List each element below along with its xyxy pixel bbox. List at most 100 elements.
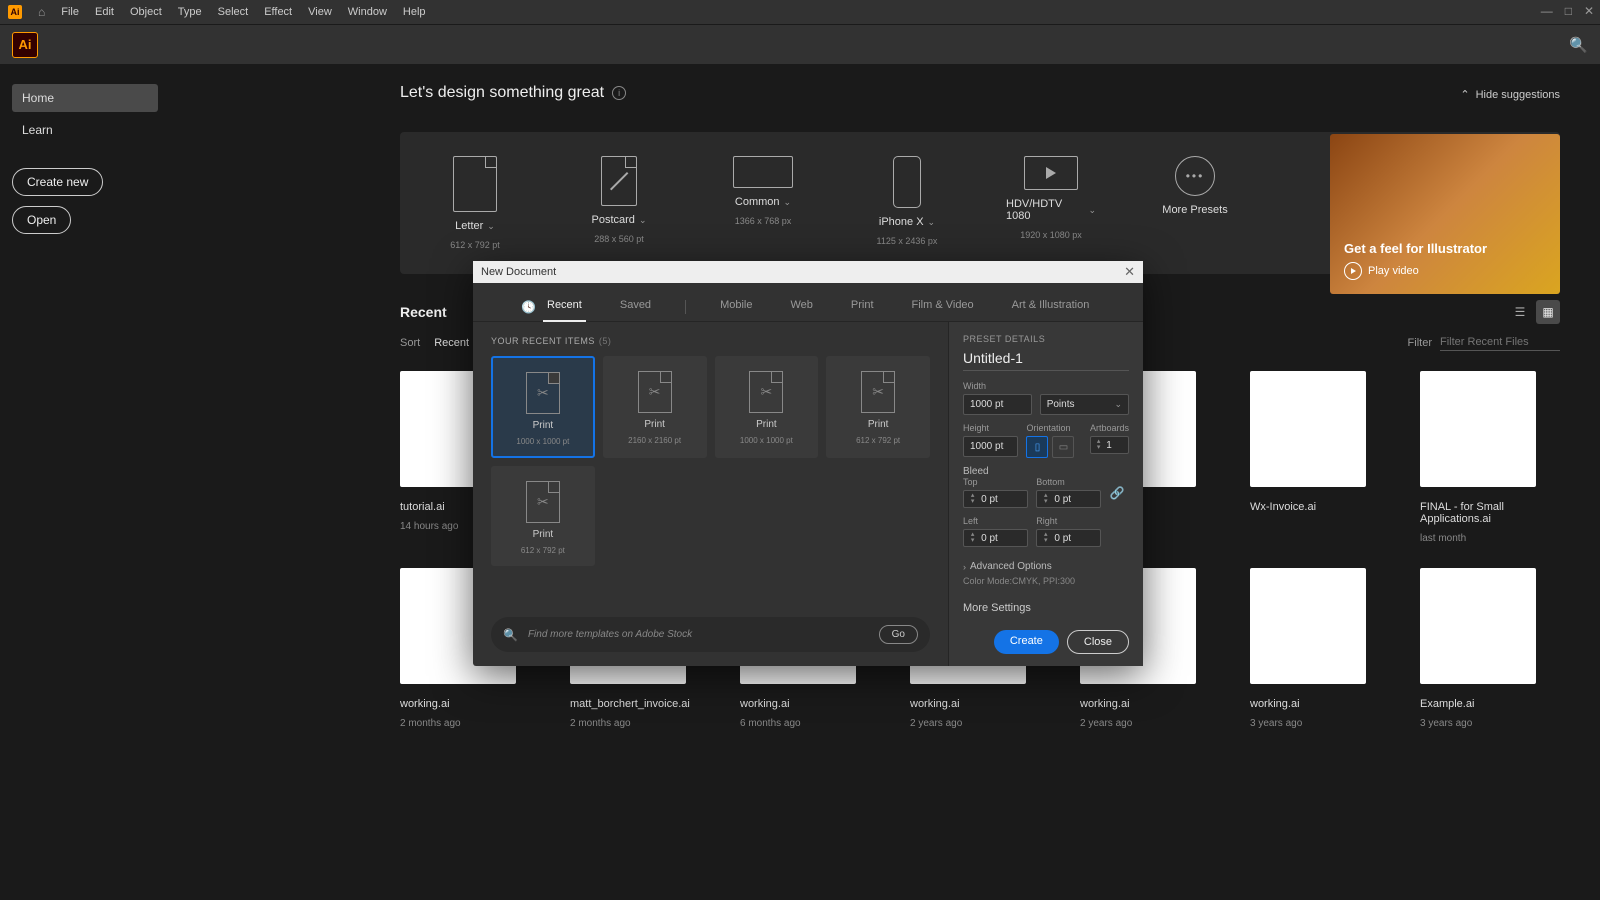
- link-icon[interactable]: 🔗: [1109, 486, 1129, 500]
- maximize-icon[interactable]: □: [1565, 4, 1572, 18]
- preset-iphone[interactable]: iPhone X⌄ 1125 x 2436 px: [862, 156, 952, 246]
- height-label: Height: [963, 423, 1018, 433]
- sidebar-learn[interactable]: Learn: [12, 116, 158, 144]
- bleed-left-input[interactable]: ▴▾: [963, 529, 1028, 547]
- create-new-button[interactable]: Create new: [12, 168, 103, 196]
- orientation-landscape[interactable]: ▭: [1052, 436, 1074, 458]
- bleed-right-input[interactable]: ▴▾: [1036, 529, 1101, 547]
- menu-select[interactable]: Select: [218, 6, 249, 18]
- bleed-bottom-input[interactable]: ▴▾: [1036, 490, 1101, 508]
- video-icon: [1024, 156, 1078, 190]
- recent-preset-item[interactable]: ✂ Print 1000 x 1000 pt: [491, 356, 595, 458]
- feature-card[interactable]: Get a feel for Illustrator Play video: [1330, 134, 1560, 294]
- open-button[interactable]: Open: [12, 206, 71, 234]
- hide-suggestions[interactable]: ⌃ Hide suggestions: [1460, 88, 1560, 101]
- file-thumbnail: [1420, 568, 1536, 684]
- search-icon[interactable]: 🔍: [1569, 36, 1588, 54]
- preset-postcard[interactable]: Postcard⌄ 288 x 560 pt: [574, 156, 664, 244]
- orientation-portrait[interactable]: ▯: [1026, 436, 1048, 458]
- tab-recent[interactable]: Recent: [543, 293, 586, 321]
- preset-doc-icon: ✂: [749, 371, 783, 413]
- advanced-options[interactable]: ›Advanced Options: [963, 561, 1129, 572]
- bleed-label: Bleed: [963, 466, 1129, 477]
- file-name: working.ai: [1250, 698, 1390, 710]
- sidebar-home[interactable]: Home: [12, 84, 158, 112]
- tab-art[interactable]: Art & Illustration: [1008, 293, 1094, 321]
- artboards-input[interactable]: ▴▾: [1090, 436, 1129, 454]
- clock-icon: 🕓: [521, 300, 536, 314]
- page-heading: Let's design something great i: [400, 84, 1560, 102]
- tab-print[interactable]: Print: [847, 293, 878, 321]
- new-document-modal: New Document ✕ 🕓 Recent Saved Mobile Web…: [473, 261, 1143, 666]
- close-icon[interactable]: ✕: [1584, 4, 1594, 18]
- preset-doc-icon: ✂: [526, 481, 560, 523]
- filter-input[interactable]: [1440, 334, 1560, 351]
- recent-preset-item[interactable]: ✂ Print 612 x 792 pt: [826, 356, 930, 458]
- units-select[interactable]: Points⌄: [1040, 394, 1129, 415]
- recent-preset-item[interactable]: ✂ Print 2160 x 2160 pt: [603, 356, 707, 458]
- more-presets[interactable]: ••• More Presets: [1150, 156, 1240, 216]
- width-input[interactable]: [963, 394, 1032, 415]
- home-icon[interactable]: ⌂: [38, 5, 45, 19]
- chevron-down-icon: ⌄: [1114, 399, 1122, 410]
- go-button[interactable]: Go: [879, 625, 918, 644]
- recent-items-grid: ✂ Print 1000 x 1000 pt✂ Print 2160 x 216…: [491, 356, 930, 566]
- height-input[interactable]: [963, 436, 1018, 457]
- close-button[interactable]: Close: [1067, 630, 1129, 654]
- tab-film[interactable]: Film & Video: [908, 293, 978, 321]
- bleed-top-input[interactable]: ▴▾: [963, 490, 1028, 508]
- tab-mobile[interactable]: Mobile: [716, 293, 756, 321]
- menu-type[interactable]: Type: [178, 6, 202, 18]
- stock-placeholder[interactable]: Find more templates on Adobe Stock: [528, 629, 869, 640]
- modal-close-icon[interactable]: ✕: [1124, 264, 1135, 280]
- modal-titlebar: New Document ✕: [473, 261, 1143, 283]
- wide-icon: [733, 156, 793, 188]
- sort-label: Sort: [400, 337, 420, 349]
- doc-icon: [601, 156, 637, 206]
- file-time: 2 months ago: [400, 718, 540, 729]
- menu-window[interactable]: Window: [348, 6, 387, 18]
- preset-hdtv[interactable]: HDV/HDTV 1080⌄ 1920 x 1080 px: [1006, 156, 1096, 240]
- recent-preset-item[interactable]: ✂ Print 612 x 792 pt: [491, 466, 595, 566]
- tab-saved[interactable]: Saved: [616, 293, 655, 321]
- tab-web[interactable]: Web: [786, 293, 816, 321]
- recent-preset-item[interactable]: ✂ Print 1000 x 1000 pt: [715, 356, 819, 458]
- filter-label: Filter: [1408, 337, 1432, 349]
- menu-help[interactable]: Help: [403, 6, 426, 18]
- recent-file[interactable]: Wx-Invoice.ai: [1250, 371, 1390, 544]
- sort-value[interactable]: Recent: [434, 337, 469, 349]
- toolbar: Ai 🔍: [0, 24, 1600, 64]
- list-view-icon[interactable]: ☰: [1508, 300, 1532, 324]
- document-name-input[interactable]: Untitled-1: [963, 350, 1129, 371]
- file-time: 6 months ago: [740, 718, 880, 729]
- grid-view-icon[interactable]: ▦: [1536, 300, 1560, 324]
- recent-file[interactable]: FINAL - for Small Applications.ai last m…: [1420, 371, 1560, 544]
- chevron-up-icon: ⌃: [1460, 88, 1469, 101]
- menu-effect[interactable]: Effect: [264, 6, 292, 18]
- chevron-down-icon: ⌄: [784, 197, 792, 208]
- minimize-icon[interactable]: —: [1541, 4, 1553, 18]
- recent-file[interactable]: Example.ai 3 years ago: [1420, 568, 1560, 729]
- phone-icon: [893, 156, 921, 208]
- preset-doc-icon: ✂: [638, 371, 672, 413]
- file-time: 3 years ago: [1420, 718, 1560, 729]
- menu-object[interactable]: Object: [130, 6, 162, 18]
- play-video[interactable]: Play video: [1344, 262, 1546, 280]
- recent-file[interactable]: working.ai 3 years ago: [1250, 568, 1390, 729]
- menu-file[interactable]: File: [61, 6, 79, 18]
- file-name: working.ai: [400, 698, 540, 710]
- file-name: Example.ai: [1420, 698, 1560, 710]
- preset-letter[interactable]: Letter⌄ 612 x 792 pt: [430, 156, 520, 250]
- modal-left: YOUR RECENT ITEMS(5) ✂ Print 1000 x 1000…: [473, 322, 948, 666]
- create-button[interactable]: Create: [994, 630, 1059, 654]
- more-settings[interactable]: More Settings: [963, 602, 1129, 614]
- file-thumbnail: [1420, 371, 1536, 487]
- sidebar: Home Learn Create new Open: [0, 64, 170, 900]
- menu-edit[interactable]: Edit: [95, 6, 114, 18]
- search-icon: 🔍: [503, 628, 518, 642]
- menu-view[interactable]: View: [308, 6, 332, 18]
- modal-title: New Document: [481, 266, 556, 278]
- doc-icon: [453, 156, 497, 212]
- info-icon[interactable]: i: [612, 86, 626, 100]
- preset-common[interactable]: Common⌄ 1366 x 768 px: [718, 156, 808, 226]
